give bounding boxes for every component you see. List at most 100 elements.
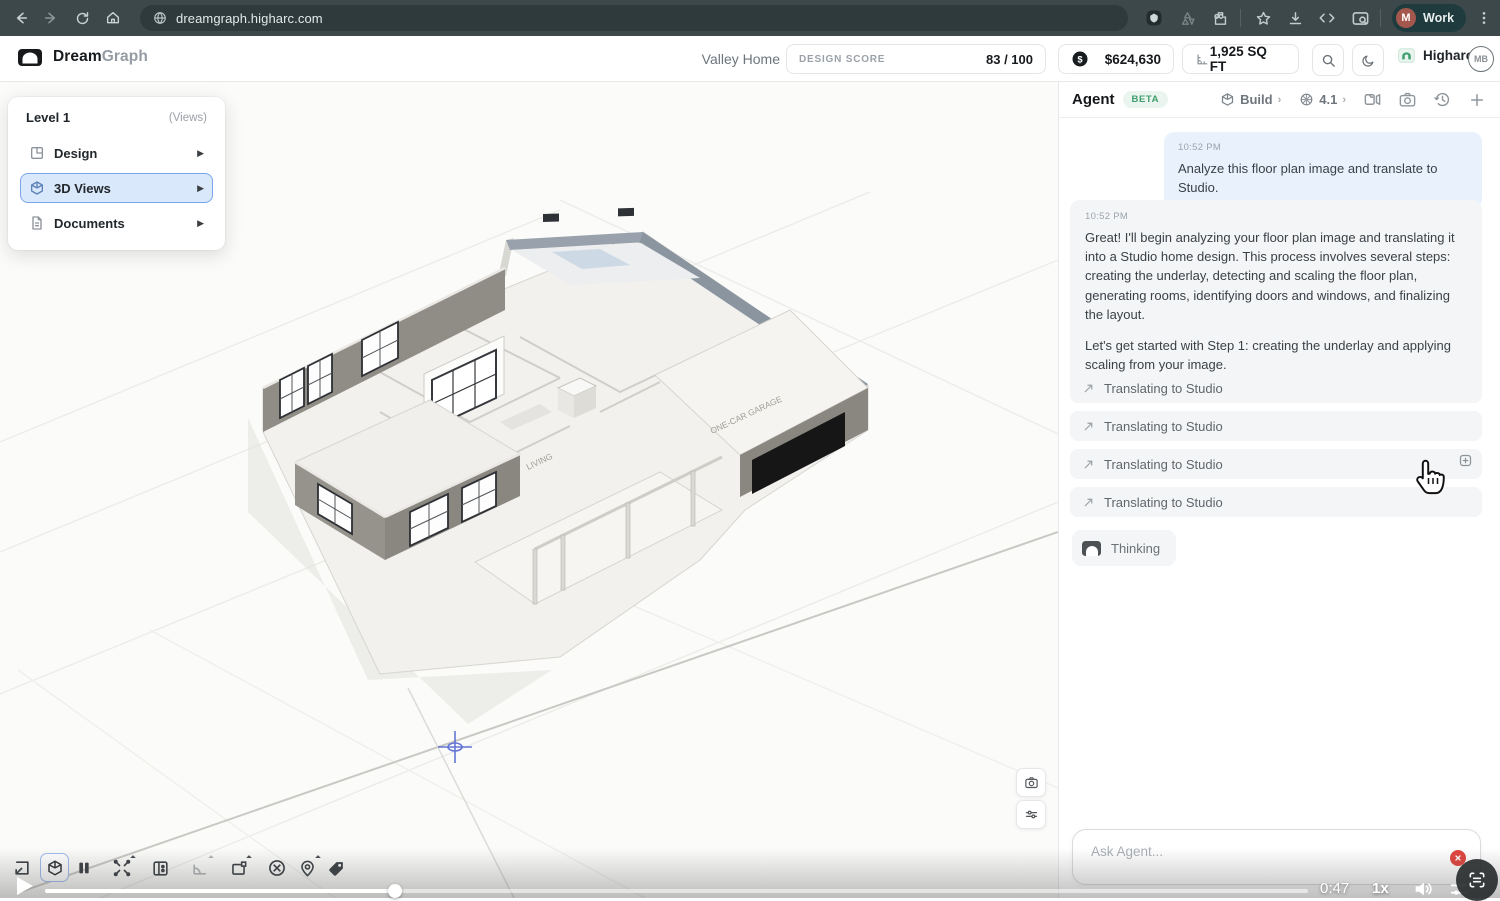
- pause-bars-icon: [76, 860, 92, 876]
- crescent-moon-icon: [1361, 53, 1376, 68]
- user-message-bubble: 10:52 PM Analyze this floor plan image a…: [1164, 132, 1482, 209]
- tool-section-button[interactable]: [71, 855, 97, 881]
- area-pill[interactable]: 1,925 SQ FT: [1182, 44, 1299, 74]
- history-icon[interactable]: [1433, 90, 1452, 109]
- video-speed-button[interactable]: 1x: [1372, 880, 1389, 897]
- sidebar-item-label: Documents: [54, 216, 188, 231]
- search-button[interactable]: [1312, 44, 1344, 76]
- agent-panel-header: Agent BETA Build › 4.1 ›: [1058, 82, 1500, 118]
- ask-agent-input[interactable]: [1089, 838, 1423, 864]
- message-timestamp: 10:52 PM: [1085, 211, 1467, 222]
- dollar-icon: $: [1071, 50, 1089, 68]
- kebab-menu-icon: [1476, 10, 1492, 26]
- tool-fit-view-button[interactable]: [109, 855, 135, 881]
- project-name: Valley Home: [698, 51, 780, 67]
- sidebar-item-3d-views[interactable]: 3D Views ▶: [20, 173, 213, 203]
- task-translating-1[interactable]: Translating to Studio: [1070, 373, 1482, 403]
- video-volume-button[interactable]: [1412, 878, 1434, 900]
- downloads-button[interactable]: [1283, 6, 1307, 30]
- theme-toggle-button[interactable]: [1352, 44, 1384, 76]
- screenshot-view-button[interactable]: [1016, 768, 1046, 797]
- dreamgraph-logo-icon: [18, 49, 42, 66]
- translate-arrow-icon: [1082, 496, 1095, 509]
- task-translating-2[interactable]: Translating to Studio: [1070, 411, 1482, 441]
- extensions-menu-button[interactable]: [1208, 6, 1232, 30]
- task-label: Translating to Studio: [1104, 419, 1223, 434]
- map-pin-icon: [298, 859, 317, 878]
- url-bar[interactable]: dreamgraph.higharc.com: [140, 5, 1128, 31]
- sliders-icon: [1024, 807, 1039, 822]
- price-pill[interactable]: $ $624,630: [1058, 44, 1174, 74]
- ask-agent-box[interactable]: [1072, 829, 1481, 885]
- tool-tag-button[interactable]: [323, 855, 349, 881]
- bookmark-star-button[interactable]: [1251, 6, 1275, 30]
- capture-overlay-button[interactable]: [1456, 859, 1498, 901]
- site-globe-icon: [153, 11, 167, 25]
- tool-angle-button[interactable]: [187, 855, 213, 881]
- circle-x-icon: [267, 858, 287, 878]
- tool-exclude-button[interactable]: [264, 855, 290, 881]
- browser-forward-button[interactable]: [38, 5, 64, 31]
- tool-place-marker-button[interactable]: [294, 855, 320, 881]
- view-settings-button[interactable]: [1016, 800, 1046, 829]
- task-translating-3[interactable]: Translating to Studio: [1070, 449, 1482, 479]
- stop-x-icon: [1454, 854, 1462, 862]
- chevron-icon: ›: [1278, 94, 1282, 106]
- profile-label: Work: [1423, 11, 1454, 25]
- design-score-pill[interactable]: DESIGN SCORE 83 / 100: [786, 44, 1046, 74]
- model-knot-icon: [1299, 92, 1314, 107]
- build-box-icon: [1220, 92, 1235, 107]
- forward-arrow-icon: [43, 10, 59, 26]
- camera-icon[interactable]: [1398, 90, 1417, 109]
- browser-home-button[interactable]: [100, 5, 126, 31]
- org-chip[interactable]: Higharc: [1398, 48, 1473, 63]
- fit-expand-icon: [112, 858, 132, 878]
- build-mode-selector[interactable]: Build ›: [1220, 92, 1281, 107]
- thinking-label: Thinking: [1111, 541, 1160, 556]
- level-title: Level 1: [26, 110, 70, 125]
- browser-profile-chip[interactable]: M Work: [1392, 4, 1466, 32]
- browser-back-button[interactable]: [8, 5, 34, 31]
- camera-icon: [1024, 775, 1039, 790]
- devtools-button[interactable]: [1315, 6, 1339, 30]
- download-icon: [1287, 10, 1304, 27]
- user-message-text: Analyze this floor plan image and transl…: [1178, 159, 1468, 197]
- svg-text:$: $: [1077, 54, 1083, 64]
- back-arrow-icon: [13, 10, 29, 26]
- chrome-divider: [1380, 9, 1381, 27]
- video-scrubber-progress: [45, 889, 395, 893]
- video-play-button[interactable]: [12, 874, 36, 898]
- browser-reload-button[interactable]: [69, 5, 95, 31]
- tool-layout-button[interactable]: [147, 855, 173, 881]
- extension-recycle-button[interactable]: [1175, 6, 1199, 30]
- new-chat-plus-icon[interactable]: [1468, 91, 1486, 109]
- sidebar-item-documents[interactable]: Documents ▶: [20, 208, 213, 238]
- price-value: $624,630: [1105, 52, 1161, 67]
- video-scrubber-knob[interactable]: [388, 884, 402, 898]
- capture-view-icon[interactable]: [1363, 90, 1382, 109]
- sidebar-item-label: 3D Views: [54, 181, 188, 196]
- model-selector[interactable]: 4.1 ›: [1299, 92, 1346, 107]
- design-score-value: 83 / 100: [986, 52, 1033, 67]
- tool-draw-rectangle-button[interactable]: [225, 855, 251, 881]
- task-translating-4[interactable]: Translating to Studio: [1070, 487, 1482, 517]
- extension-badge-button[interactable]: [1142, 6, 1166, 30]
- profile-avatar: M: [1396, 8, 1416, 28]
- tool-3d-view-button[interactable]: [40, 853, 69, 882]
- translate-arrow-icon: [1082, 382, 1095, 395]
- protractor-angle-icon: [190, 858, 210, 878]
- code-icon: [1318, 9, 1336, 27]
- model-version: 4.1: [1319, 92, 1337, 107]
- build-label: Build: [1240, 92, 1273, 107]
- search-tabs-button[interactable]: [1348, 6, 1372, 30]
- expand-task-button[interactable]: [1458, 453, 1473, 468]
- agent-message-bubble: 10:52 PM Great! I'll begin analyzing you…: [1070, 200, 1482, 388]
- tab-search-icon: [1351, 9, 1370, 28]
- add-to-canvas-icon: [1458, 453, 1473, 468]
- user-avatar[interactable]: MB: [1468, 46, 1494, 72]
- chevron-right-icon: ▶: [197, 218, 204, 229]
- sidebar-item-design[interactable]: Design ▶: [20, 138, 213, 168]
- browser-menu-button[interactable]: [1472, 6, 1496, 30]
- design-score-label: DESIGN SCORE: [799, 54, 885, 65]
- brand-bold: Dream: [53, 48, 102, 65]
